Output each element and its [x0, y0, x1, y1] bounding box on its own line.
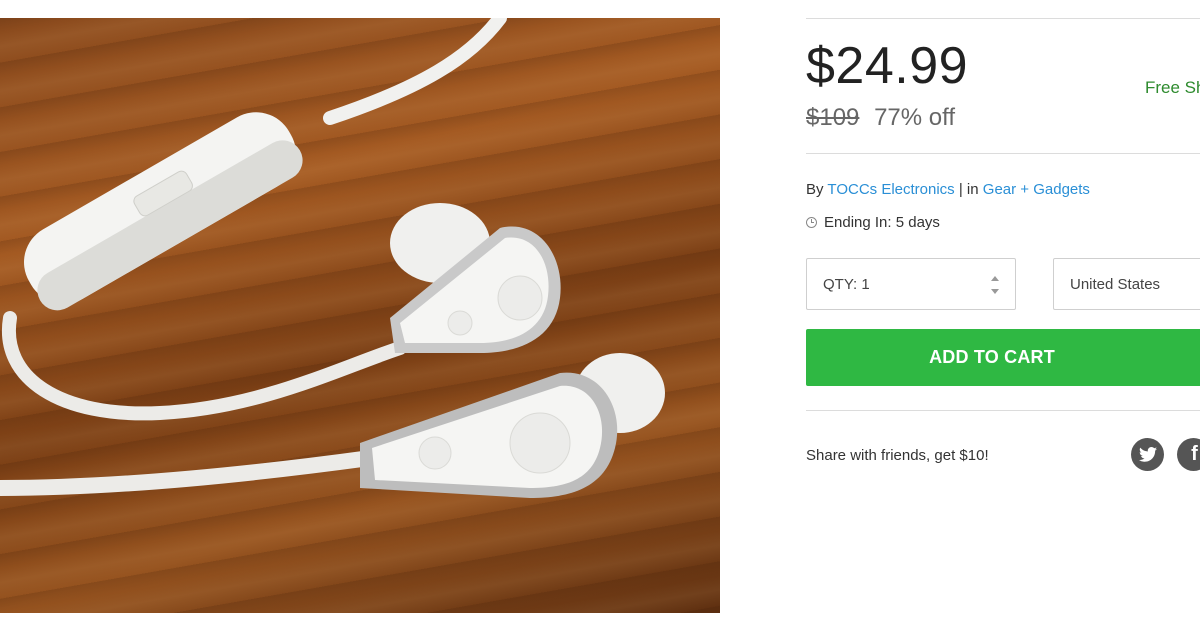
quantity-select[interactable]: QTY: 1	[806, 258, 1016, 310]
vendor-link[interactable]: TOCCs Electronics	[827, 181, 954, 198]
facebook-icon[interactable]: f	[1177, 438, 1200, 471]
purchase-panel: $24.99 $109 77% off Free Sh By TOCCs Ele…	[806, 0, 1200, 628]
divider	[806, 18, 1200, 19]
category-link[interactable]: Gear + Gadgets	[983, 181, 1090, 198]
country-select[interactable]: United States	[1053, 258, 1200, 310]
discount-label: 77% off	[874, 104, 956, 131]
product-page: $24.99 $109 77% off Free Sh By TOCCs Ele…	[0, 0, 1200, 628]
sale-price: $24.99	[806, 37, 969, 95]
by-prefix: By	[806, 181, 824, 198]
share-text: Share with friends, get $10!	[806, 447, 989, 464]
category-separator: | in	[958, 181, 979, 198]
earbuds-illustration	[0, 18, 665, 498]
byline: By TOCCs Electronics | in Gear + Gadgets	[806, 181, 1090, 198]
ending-timer: Ending In: 5 days	[806, 214, 940, 231]
divider	[806, 410, 1200, 411]
original-price-line: $109 77% off	[806, 104, 955, 132]
twitter-icon[interactable]	[1131, 438, 1164, 471]
divider	[806, 153, 1200, 154]
clock-icon	[806, 217, 817, 228]
free-shipping-label: Free Sh	[1145, 78, 1200, 97]
original-price: $109	[806, 104, 860, 131]
product-image	[0, 18, 720, 613]
add-to-cart-button[interactable]: ADD TO CART	[806, 329, 1200, 386]
country-value: United States	[1070, 275, 1161, 293]
stepper-arrows-icon	[990, 276, 1000, 294]
quantity-label: QTY: 1	[823, 275, 870, 293]
ending-text: Ending In: 5 days	[824, 214, 940, 231]
